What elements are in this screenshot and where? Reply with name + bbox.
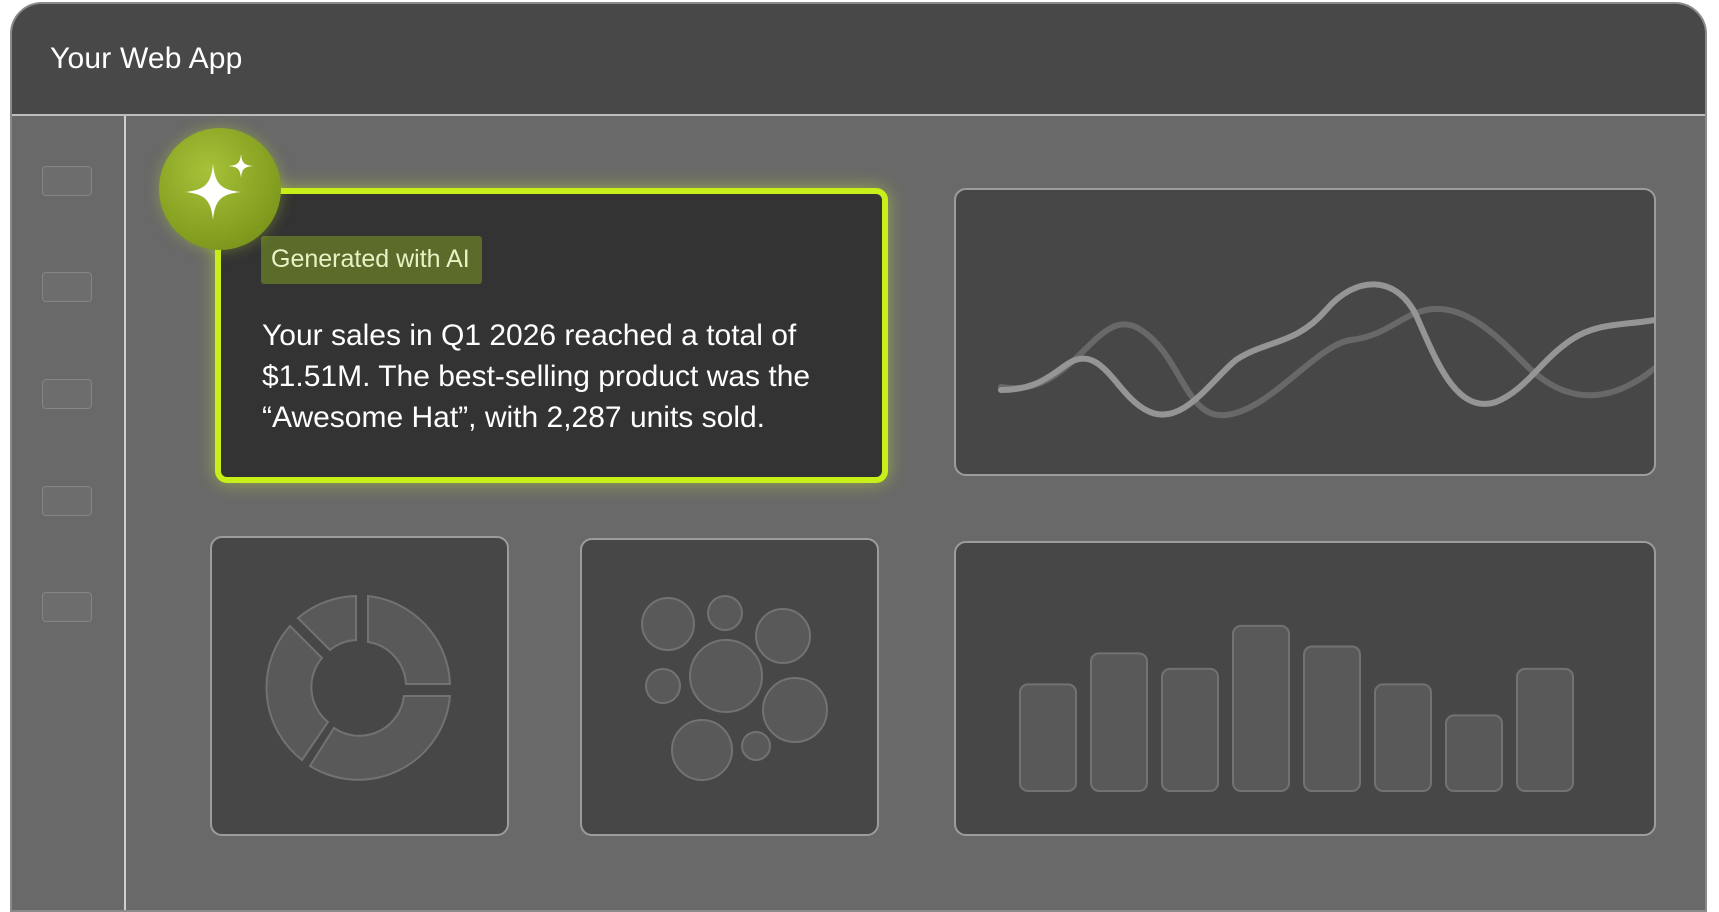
bubble [671,719,733,781]
bubble [762,677,828,743]
sparkle-icon [185,154,253,220]
bubble [641,597,695,651]
series-line-1 [998,281,1705,418]
bubble-chart-panel [580,538,879,836]
line-chart-illustration [998,281,1705,419]
bar [1516,667,1574,792]
sidebar-item-4[interactable] [42,486,92,516]
sidebar [12,116,126,910]
sidebar-item-1[interactable] [42,166,92,196]
app-title: Your Web App [50,42,243,75]
donut-chart-panel [210,536,509,836]
bubble-illustration [641,595,828,781]
ai-generated-badge: Generated with AI [261,236,482,284]
bar [1019,683,1077,792]
bar [1374,683,1432,792]
app-window: Your Web App Generated with AI Your sale… [10,2,1707,912]
bar [1303,645,1361,792]
sidebar-item-3[interactable] [42,379,92,409]
bubble [707,595,743,631]
bubble [645,668,681,704]
ai-summary-text: Your sales in Q1 2026 reached a total of… [262,319,811,434]
donut-illustration [265,594,452,781]
ai-summary-card: Generated with AI Your sales in Q1 2026 … [215,188,888,483]
title-bar: Your Web App [12,4,1705,116]
donut-slice [265,624,330,762]
line-chart-panel [954,188,1705,476]
donut-slice [308,695,452,781]
donut-slice [367,594,452,685]
bar [1445,714,1503,793]
bar [1090,652,1148,793]
sidebar-item-5[interactable] [42,592,92,622]
bar-chart-panel [954,541,1656,836]
bubble [741,731,771,761]
bar [1232,624,1290,792]
bar [1161,667,1219,792]
bubble [689,639,763,713]
ai-sparkle-button[interactable] [159,128,281,250]
sidebar-item-2[interactable] [42,272,92,302]
bar-illustration [1019,624,1574,793]
bubble [755,608,811,664]
